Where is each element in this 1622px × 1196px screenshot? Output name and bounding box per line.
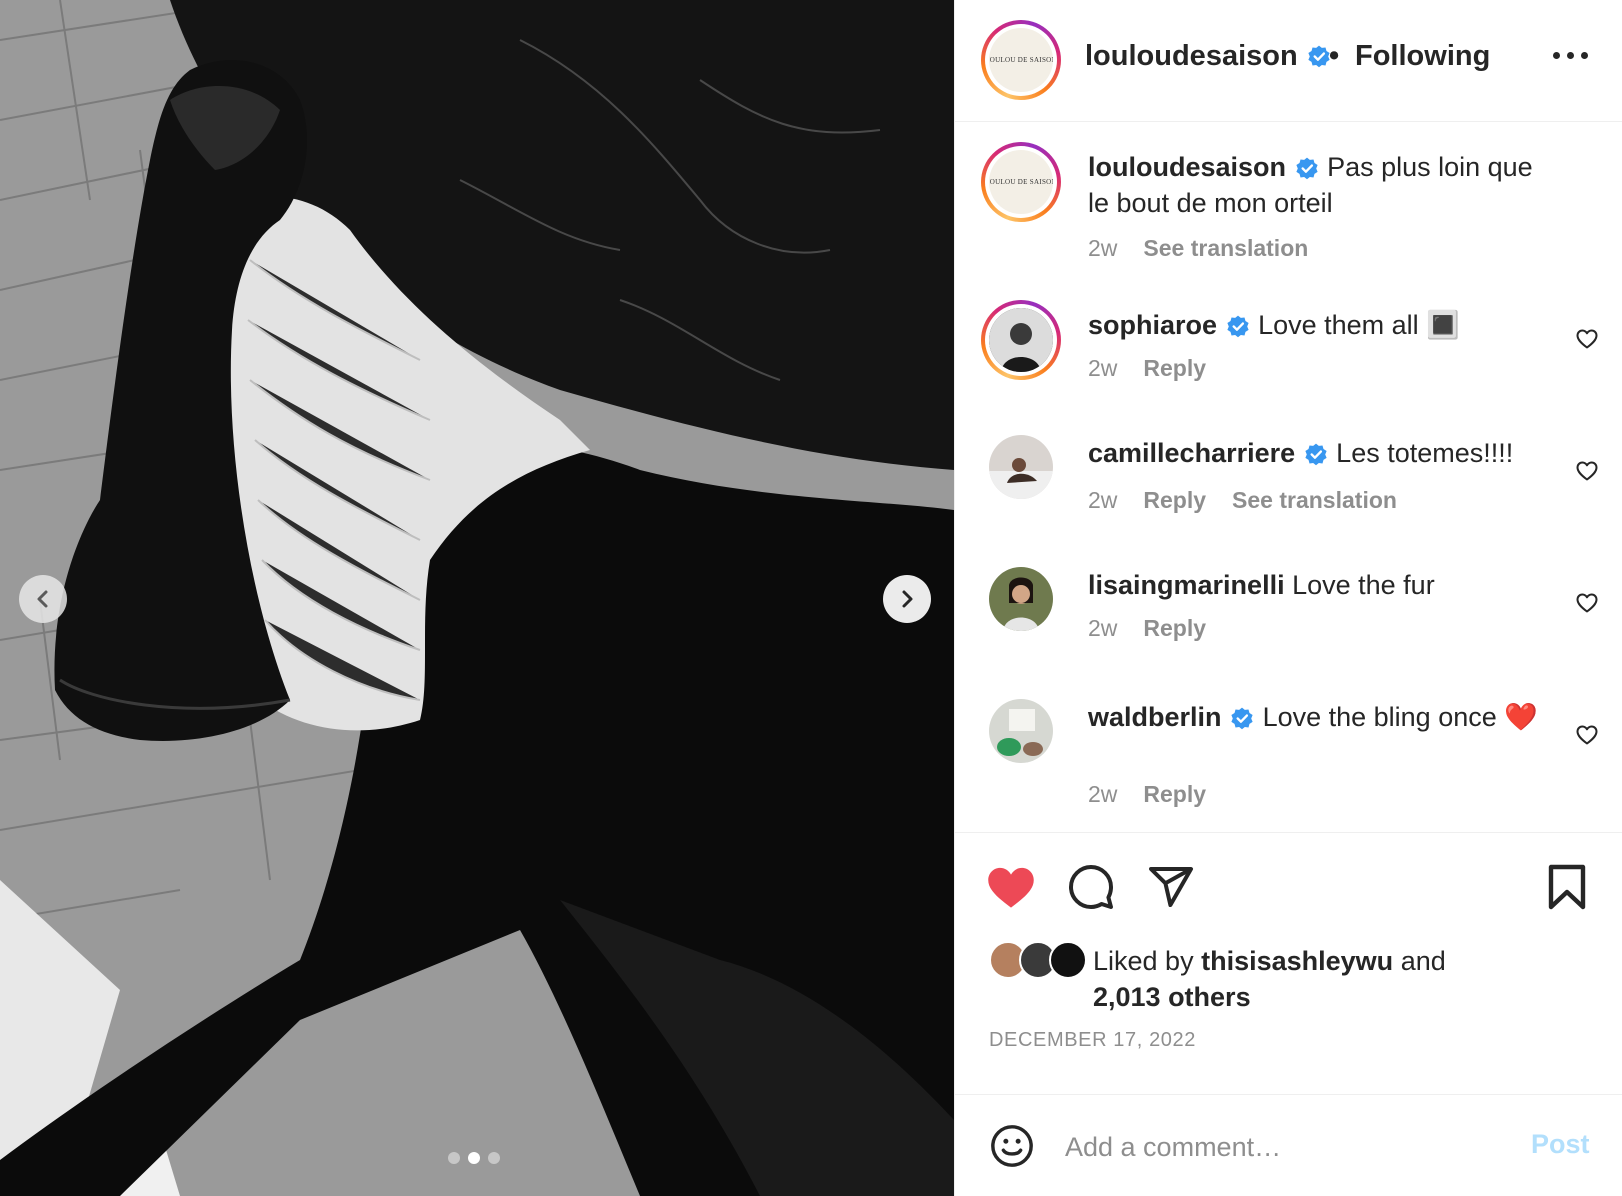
comment-input[interactable] [1065, 1125, 1495, 1169]
portrait-image [989, 308, 1053, 372]
post-actions: Liked by thisisashleywu and 2,013 others… [955, 832, 1622, 1094]
comment-username[interactable]: waldberlin [1088, 702, 1222, 732]
like-comment-heart-icon[interactable] [1575, 459, 1599, 483]
like-heart-icon[interactable] [985, 863, 1037, 911]
add-comment-bar: Post [955, 1094, 1622, 1196]
liker-avatar[interactable] [1049, 941, 1087, 979]
author-avatar[interactable]: LOULOU DE SAISON [981, 20, 1061, 100]
post-sidebar: LOULOU DE SAISON louloudesaison • Follow… [954, 0, 1622, 1196]
carousel-dot-active [468, 1152, 480, 1164]
verified-badge-icon [1226, 315, 1249, 338]
comment-item: sophiaroe Love them all 🔳 2w Reply [955, 291, 1622, 411]
post-date[interactable]: DECEMBER 17, 2022 [989, 1029, 1196, 1052]
carousel-dot [488, 1152, 500, 1164]
next-slide-button[interactable] [883, 575, 931, 623]
emoji-smiley-icon[interactable] [989, 1123, 1035, 1169]
commenter-avatar[interactable] [981, 300, 1061, 380]
comment-text: Love the fur [1292, 570, 1435, 600]
comment-time: 2w [1088, 355, 1118, 381]
post-photo [0, 0, 954, 1196]
share-paper-plane-icon[interactable] [1147, 863, 1195, 911]
more-dot [1553, 52, 1560, 59]
comment-username[interactable]: lisaingmarinelli [1088, 570, 1285, 600]
comment-text: Les totemes!!!! [1336, 438, 1514, 468]
portrait-image [989, 567, 1053, 631]
liked-by-and: and [1400, 946, 1446, 976]
photo-thumbnail [989, 699, 1053, 763]
post-media[interactable] [0, 0, 954, 1196]
previous-slide-button[interactable] [19, 575, 67, 623]
comment-item: waldberlin Love the bling once ❤️ 2w Rep… [955, 687, 1622, 832]
commenter-avatar[interactable] [989, 567, 1053, 631]
verified-badge-icon [1231, 707, 1253, 730]
avatar-logo: LOULOU DE SAISON [989, 56, 1053, 64]
more-dot [1567, 52, 1574, 59]
following-button[interactable]: Following [1355, 40, 1490, 73]
liked-by-prefix: Liked by [1093, 946, 1194, 976]
header-separator: • [1329, 40, 1340, 72]
comment-time: 2w [1088, 487, 1118, 513]
comment-time: 2w [1088, 781, 1118, 807]
comment-emoji: ❤️ [1504, 702, 1538, 732]
verified-badge-icon [1295, 157, 1318, 180]
more-options-button[interactable] [1553, 52, 1588, 59]
caption-time: 2w [1088, 235, 1118, 261]
caption-username[interactable]: louloudesaison [1088, 152, 1286, 182]
post-header: LOULOU DE SAISON louloudesaison • Follow… [955, 0, 1622, 122]
comment-username[interactable]: camillecharriere [1088, 438, 1295, 468]
like-comment-heart-icon[interactable] [1575, 327, 1599, 351]
comment-text: Love them all [1258, 310, 1419, 340]
like-comment-heart-icon[interactable] [1575, 591, 1599, 615]
liked-by-others[interactable]: 2,013 others [1093, 982, 1251, 1012]
comments-list[interactable]: LOULOU DE SAISON louloudesaison Pas plus… [955, 123, 1622, 832]
comment-bubble-icon[interactable] [1067, 863, 1115, 911]
author-username[interactable]: louloudesaison [1085, 40, 1298, 72]
reply-button[interactable]: Reply [1143, 615, 1206, 642]
post-comment-button[interactable]: Post [1531, 1129, 1590, 1160]
see-translation-link[interactable]: See translation [1232, 487, 1397, 514]
see-translation-link[interactable]: See translation [1143, 235, 1308, 262]
commenter-avatar[interactable] [989, 435, 1053, 499]
carousel-dot [448, 1152, 460, 1164]
commenter-avatar[interactable] [989, 699, 1053, 763]
comment-emoji: 🔳 [1426, 310, 1460, 340]
chevron-right-icon [902, 590, 913, 608]
carousel-indicator [448, 1152, 500, 1164]
reply-button[interactable]: Reply [1143, 487, 1206, 514]
comment-text: Love the bling once [1262, 702, 1497, 732]
verified-badge-icon [1305, 443, 1327, 466]
reply-button[interactable]: Reply [1143, 781, 1206, 808]
comment-time: 2w [1088, 615, 1118, 641]
more-dot [1581, 52, 1588, 59]
photo-thumbnail [989, 435, 1053, 499]
comment-item: lisaingmarinelli Love the fur 2w Reply [955, 555, 1622, 675]
avatar-logo: LOULOU DE SAISON [989, 178, 1053, 186]
save-bookmark-icon[interactable] [1545, 863, 1589, 911]
post-caption: LOULOU DE SAISON louloudesaison Pas plus… [955, 123, 1622, 283]
caption-avatar[interactable]: LOULOU DE SAISON [981, 142, 1061, 222]
reply-button[interactable]: Reply [1143, 355, 1206, 382]
comment-username[interactable]: sophiaroe [1088, 310, 1217, 340]
comment-item: camillecharriere Les totemes!!!! 2w Repl… [955, 423, 1622, 543]
verified-badge-icon [1308, 45, 1330, 68]
like-comment-heart-icon[interactable] [1575, 723, 1599, 747]
chevron-left-icon [37, 590, 48, 608]
liked-by-username[interactable]: thisisashleywu [1201, 946, 1393, 976]
